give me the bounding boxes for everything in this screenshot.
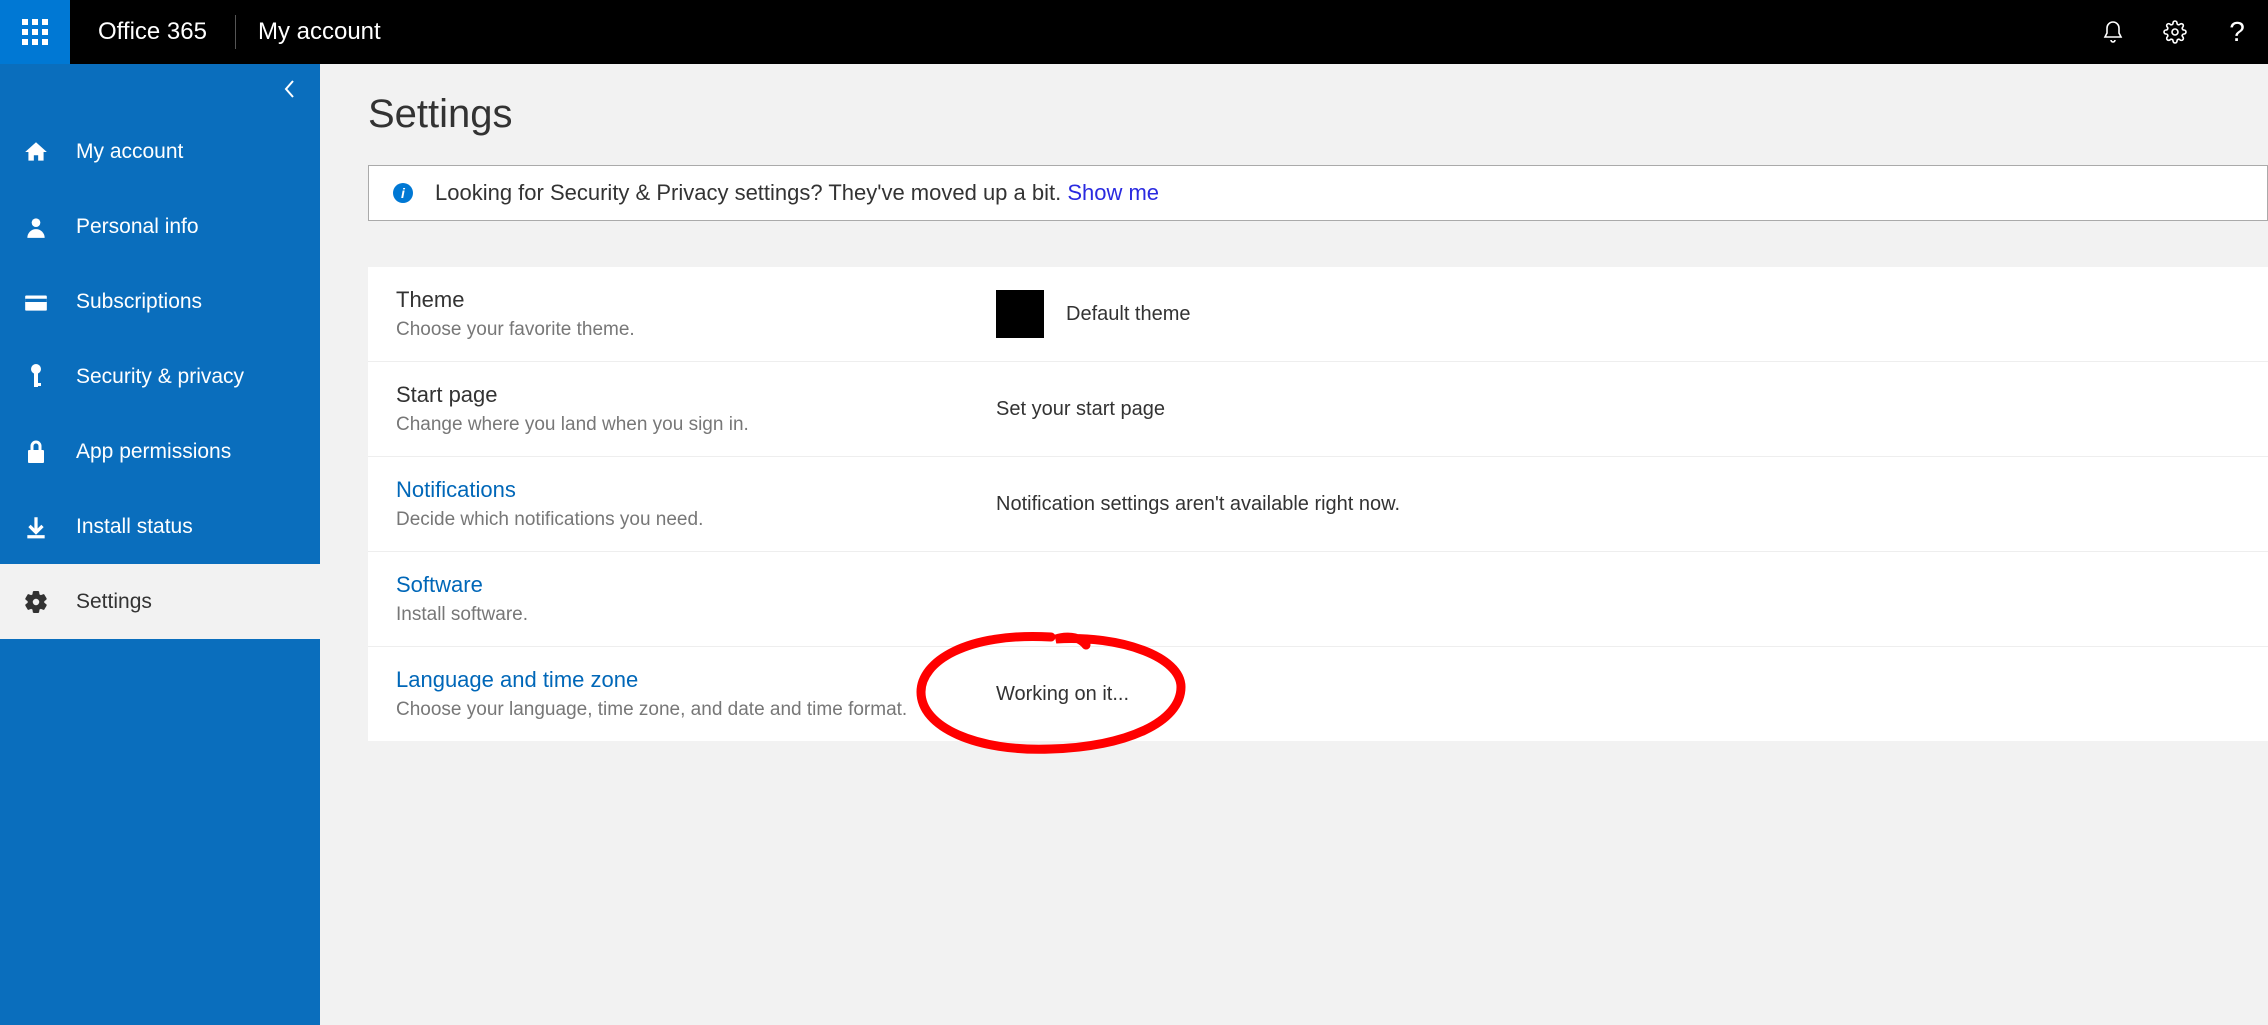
person-icon (20, 214, 52, 240)
row-desc: Install software. (396, 604, 996, 626)
show-me-link[interactable]: Show me (1067, 180, 1159, 205)
row-value: Working on it... (996, 683, 1129, 706)
sidebar-item-label: My account (76, 140, 183, 164)
notifications-button[interactable] (2082, 0, 2144, 64)
app-title: My account (236, 18, 403, 46)
key-icon (20, 363, 52, 391)
waffle-icon (22, 19, 48, 45)
row-title: Software (396, 572, 996, 598)
main-content: Settings i Looking for Security & Privac… (320, 64, 2268, 741)
sidebar-item-install-status[interactable]: Install status (0, 489, 320, 564)
row-value: Set your start page (996, 398, 1165, 421)
settings-row-start-page[interactable]: Start page Change where you land when yo… (368, 362, 2268, 457)
collapse-sidebar-button[interactable] (0, 64, 320, 114)
row-title: Notifications (396, 477, 996, 503)
settings-row-language-time-zone[interactable]: Language and time zone Choose your langu… (368, 647, 2268, 741)
page-title: Settings (368, 92, 2268, 137)
lock-icon (20, 439, 52, 465)
home-icon (20, 139, 52, 165)
help-button[interactable]: ? (2206, 0, 2268, 64)
sidebar-item-subscriptions[interactable]: Subscriptions (0, 264, 320, 339)
gear-icon (20, 589, 52, 615)
sidebar: My account Personal info Subscriptions S… (0, 64, 320, 687)
row-desc: Decide which notifications you need. (396, 509, 996, 531)
bell-icon (2101, 20, 2125, 44)
sidebar-item-label: Install status (76, 515, 193, 539)
settings-row-software[interactable]: Software Install software. (368, 552, 2268, 647)
sidebar-footer-fill (0, 650, 320, 1025)
sidebar-item-label: Personal info (76, 215, 199, 239)
sidebar-item-label: App permissions (76, 440, 231, 464)
info-icon: i (393, 183, 413, 203)
sidebar-item-my-account[interactable]: My account (0, 114, 320, 189)
sidebar-item-label: Subscriptions (76, 290, 202, 314)
chevron-left-icon (282, 79, 298, 99)
gear-icon (2163, 20, 2187, 44)
brand-label[interactable]: Office 365 (70, 18, 235, 46)
settings-list: Theme Choose your favorite theme. Defaul… (368, 267, 2268, 741)
settings-row-theme[interactable]: Theme Choose your favorite theme. Defaul… (368, 267, 2268, 362)
row-title: Theme (396, 287, 996, 313)
settings-row-notifications[interactable]: Notifications Decide which notifications… (368, 457, 2268, 552)
download-icon (20, 514, 52, 540)
theme-swatch (996, 290, 1044, 338)
card-icon (20, 291, 52, 313)
banner-text: Looking for Security & Privacy settings?… (435, 180, 1159, 206)
row-desc: Change where you land when you sign in. (396, 414, 996, 436)
sidebar-item-personal-info[interactable]: Personal info (0, 189, 320, 264)
row-title: Start page (396, 382, 996, 408)
sidebar-item-app-permissions[interactable]: App permissions (0, 414, 320, 489)
row-desc: Choose your favorite theme. (396, 319, 996, 341)
row-desc: Choose your language, time zone, and dat… (396, 699, 996, 721)
info-banner: i Looking for Security & Privacy setting… (368, 165, 2268, 221)
sidebar-item-label: Security & privacy (76, 365, 244, 389)
app-launcher-button[interactable] (0, 0, 70, 64)
sidebar-item-settings[interactable]: Settings (0, 564, 320, 639)
row-value: Notification settings aren't available r… (996, 493, 1400, 516)
question-icon: ? (2229, 16, 2245, 48)
sidebar-item-security[interactable]: Security & privacy (0, 339, 320, 414)
sidebar-item-label: Settings (76, 590, 152, 614)
top-bar: Office 365 My account ? (0, 0, 2268, 64)
settings-button[interactable] (2144, 0, 2206, 64)
row-title: Language and time zone (396, 667, 996, 693)
row-value: Default theme (1066, 303, 1191, 326)
